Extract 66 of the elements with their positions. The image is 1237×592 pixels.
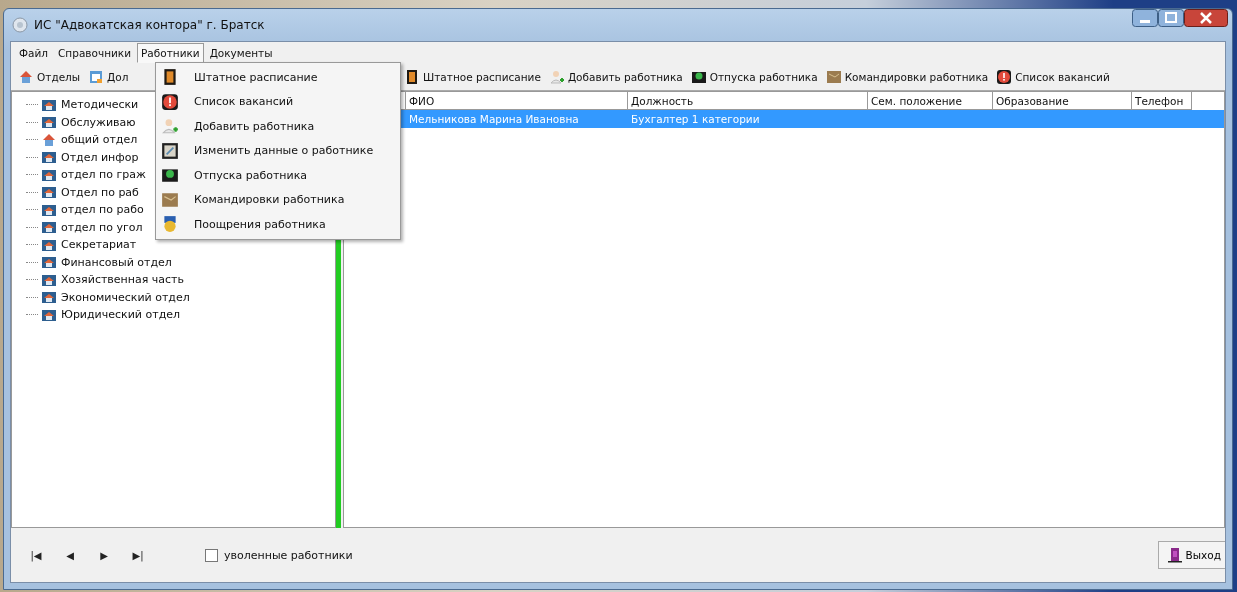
menu-item[interactable]: Файл — [15, 43, 52, 63]
menu-item[interactable]: Поощрения работника — [156, 212, 400, 237]
folder-icon — [41, 114, 57, 131]
binder-icon — [161, 68, 179, 87]
menu-item[interactable]: Справочники — [54, 43, 135, 63]
document-icon — [161, 141, 179, 160]
exit-button[interactable]: Выход — [1157, 541, 1225, 569]
alert-icon — [161, 92, 179, 111]
folder-icon — [41, 184, 57, 201]
navigation-button[interactable]: |◀ — [19, 548, 53, 562]
folder-icon — [41, 289, 57, 306]
tree-item[interactable]: Отдел по раб — [61, 185, 139, 199]
column-header[interactable]: Должность — [628, 92, 868, 110]
checkbox-label: уволенные работники — [224, 548, 353, 562]
tree-item[interactable]: Экономический отдел — [61, 290, 190, 304]
menu-item[interactable]: Штатное расписание — [156, 65, 400, 90]
column-header[interactable]: Образование — [993, 92, 1132, 110]
close-icon[interactable] — [1184, 9, 1228, 27]
toolbar-button[interactable]: Отделы — [15, 67, 84, 87]
navigation-button[interactable]: ◀ — [53, 548, 87, 562]
folder-icon — [41, 149, 57, 166]
menu-item[interactable]: Работники — [137, 43, 204, 63]
person-add-icon — [161, 117, 179, 136]
menu-item[interactable]: Отпуска работника — [156, 163, 400, 188]
tree-item[interactable]: Обслуживаю — [61, 115, 136, 129]
navigation-button[interactable]: ▶ — [87, 548, 121, 562]
tree-item[interactable]: отдел по угол — [61, 220, 143, 234]
minimize-icon[interactable] — [1132, 9, 1158, 27]
menu-item[interactable]: Изменить данные о работнике — [156, 138, 400, 163]
checkbox[interactable] — [205, 548, 218, 562]
tree-item[interactable]: отдел по рабо — [61, 203, 144, 217]
column-header[interactable]: ФИО — [406, 92, 628, 110]
column-header[interactable]: Телефон — [1132, 92, 1192, 110]
toolbar-button[interactable]: Добавить работника — [545, 67, 686, 87]
tree-item[interactable]: Секретариат — [61, 238, 137, 252]
tree-item[interactable]: общий отдел — [61, 133, 138, 147]
tree-item[interactable]: отдел по граж — [61, 168, 146, 182]
medal-icon — [161, 215, 179, 234]
tree-item[interactable]: Отдел инфор — [61, 150, 139, 164]
folder-icon — [41, 219, 57, 236]
toolbar-button[interactable]: Отпуска работника — [687, 67, 821, 87]
door-icon — [1166, 547, 1183, 563]
toolbar-button[interactable]: Дол — [85, 67, 132, 87]
tree-item[interactable]: Юридический отдел — [61, 308, 181, 322]
window-title: ИС "Адвокатская контора" г. Братск — [34, 18, 265, 32]
app-icon — [12, 17, 28, 33]
menu-item[interactable]: Документы — [205, 43, 277, 63]
house-icon — [18, 69, 34, 85]
column-header[interactable]: Сем. положение — [868, 92, 993, 110]
binder-icon — [404, 69, 420, 85]
folder-icon — [41, 254, 57, 271]
maximize-icon[interactable] — [1158, 9, 1184, 27]
person-add-icon — [548, 69, 565, 85]
toolbar-button[interactable]: Список вакансий — [993, 67, 1113, 87]
navigation-button[interactable]: ▶| — [121, 548, 155, 562]
menu-item[interactable]: Командировки работника — [156, 187, 400, 212]
alert-icon — [996, 69, 1013, 85]
toolbar-button[interactable]: Штатное расписание — [401, 67, 544, 87]
table-cell: Мельникова Марина Ивановна — [409, 113, 579, 125]
table-cell: Бухгалтер 1 категории — [631, 113, 760, 125]
house-icon — [41, 131, 57, 148]
calendar-icon — [88, 69, 105, 85]
tree-item[interactable]: Методически — [61, 98, 139, 112]
tree-item[interactable]: Финансовый отдел — [61, 255, 172, 269]
tree-item[interactable]: Хозяйственная часть — [61, 273, 184, 287]
toolbar-button[interactable]: Командировки работника — [822, 67, 992, 87]
